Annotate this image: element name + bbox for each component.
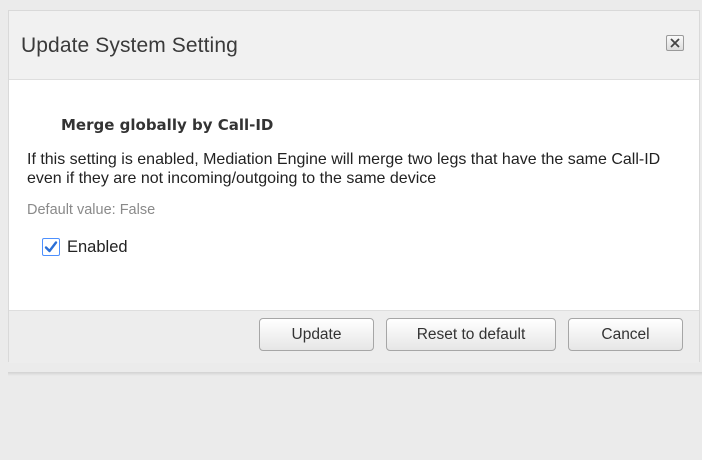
default-value-text: Default value: False (27, 202, 156, 218)
close-x-icon (670, 38, 680, 48)
checkmark-icon (44, 241, 58, 253)
dialog-footer: Update Reset to default Cancel (9, 311, 699, 363)
dialog-shadow-divider (8, 372, 702, 376)
dialog-title: Update System Setting (21, 34, 238, 57)
update-system-setting-dialog: Update System Setting Merge globally by … (8, 10, 700, 363)
dialog-header: Update System Setting (9, 11, 699, 79)
close-button[interactable] (666, 35, 684, 51)
setting-description: If this setting is enabled, Mediation En… (27, 151, 661, 187)
enabled-checkbox[interactable] (42, 238, 60, 256)
reset-to-default-button[interactable]: Reset to default (386, 318, 556, 351)
update-button[interactable]: Update (259, 318, 374, 351)
setting-name: Merge globally by Call-ID (61, 116, 274, 134)
dialog-content: Merge globally by Call-ID If this settin… (9, 79, 699, 311)
cancel-button[interactable]: Cancel (568, 318, 683, 351)
enabled-label[interactable]: Enabled (67, 238, 128, 257)
